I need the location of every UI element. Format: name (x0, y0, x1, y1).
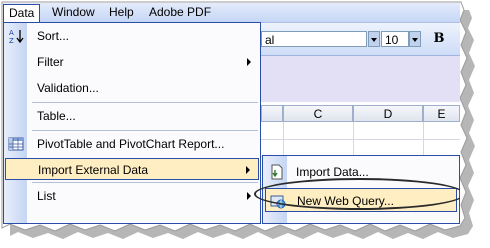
sort-az-icon: A Z (9, 29, 24, 44)
submenu-arrow-icon (246, 166, 250, 174)
data-menu: A Z Sort... Filter Validation... Table..… (3, 22, 261, 224)
submenu-arrow-icon (247, 192, 251, 200)
formatting-toolbar: al 10 B (261, 23, 460, 56)
column-header-c[interactable]: C (283, 105, 353, 122)
menu-separator (32, 130, 258, 131)
menu-item-label: Table... (37, 109, 76, 123)
menu-adobe-pdf[interactable]: Adobe PDF (144, 5, 216, 20)
svg-text:Z: Z (9, 37, 14, 44)
chevron-down-icon (412, 38, 418, 42)
formula-bar-area (261, 56, 460, 102)
menu-item-pivottable[interactable]: PivotTable and PivotChart Report... (5, 133, 259, 155)
menu-bar: Data Window Help Adobe PDF (3, 3, 460, 23)
menu-data[interactable]: Data (3, 4, 41, 22)
menu-item-sort[interactable]: A Z Sort... (5, 25, 259, 47)
column-header-b[interactable] (261, 105, 283, 122)
menu-item-import-external-data[interactable]: Import External Data (5, 158, 259, 180)
column-header-d[interactable]: D (353, 105, 423, 122)
menu-item-label: Filter (37, 55, 64, 69)
import-data-icon (271, 164, 283, 180)
font-size-box[interactable]: 10 (381, 31, 409, 47)
menu-item-label: List (37, 189, 56, 203)
menu-item-filter[interactable]: Filter (5, 51, 259, 73)
menu-item-label: Import External Data (38, 163, 149, 177)
grid-line (261, 139, 460, 140)
menu-window[interactable]: Window (47, 5, 100, 20)
svg-text:A: A (9, 29, 14, 37)
chevron-down-icon (371, 38, 377, 42)
highlight-ellipse (254, 178, 460, 210)
column-header-e[interactable]: E (423, 105, 460, 122)
excel-screenshot: Data Window Help Adobe PDF al 10 B C D E… (3, 3, 460, 224)
font-size-dropdown-button[interactable] (409, 31, 421, 47)
font-dropdown-button[interactable] (368, 31, 380, 47)
submenu-arrow-icon (247, 58, 251, 66)
menu-separator (32, 182, 258, 183)
menu-item-label: Sort... (37, 29, 70, 43)
menu-separator (32, 102, 258, 103)
menu-item-label: PivotTable and PivotChart Report... (37, 137, 225, 151)
menu-item-label: Validation... (37, 81, 99, 95)
menu-item-table[interactable]: Table... (5, 105, 259, 127)
font-name-box[interactable]: al (261, 31, 367, 47)
menu-item-list[interactable]: List (5, 185, 259, 207)
bold-button[interactable]: B (431, 31, 447, 47)
pivot-table-icon (8, 137, 24, 151)
menu-help[interactable]: Help (104, 5, 139, 20)
menu-item-validation[interactable]: Validation... (5, 77, 259, 99)
